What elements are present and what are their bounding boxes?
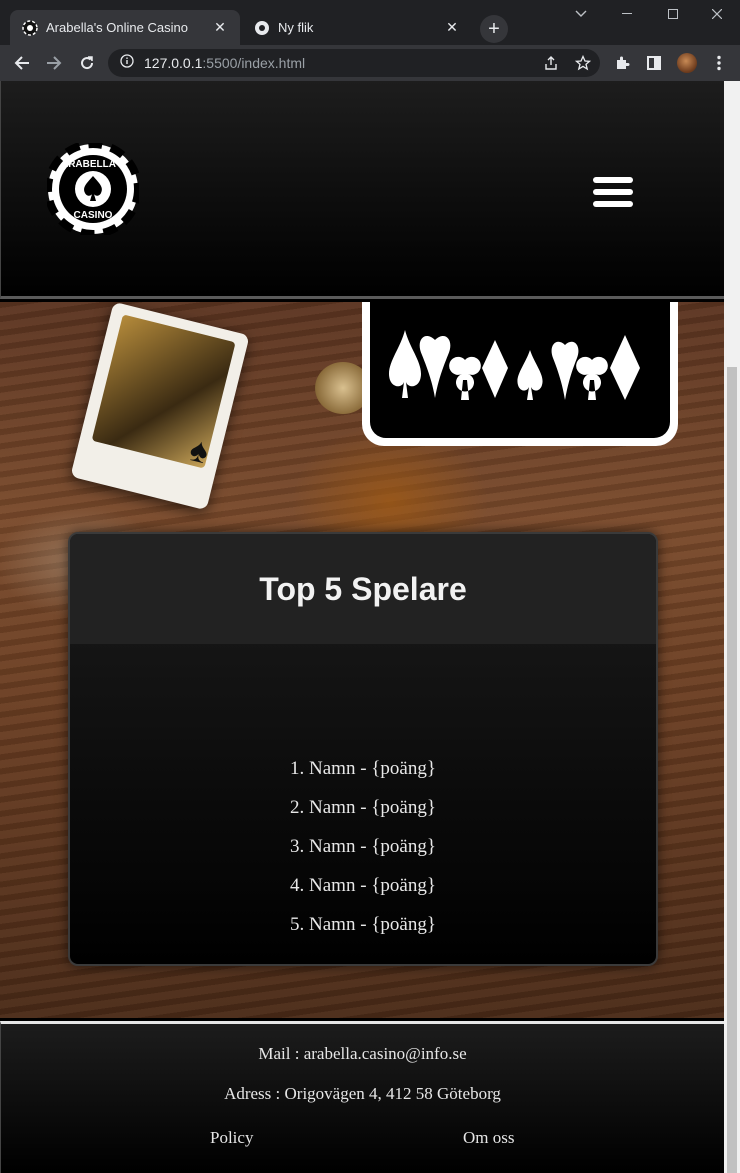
- card-suits-banner: [362, 302, 678, 446]
- casino-chip-icon: [22, 19, 38, 36]
- address-bar[interactable]: 127.0.0.1:5500/index.html: [108, 49, 600, 77]
- logo-text-bottom: CASINO: [74, 210, 113, 221]
- top-players-title: Top 5 Spelare: [259, 570, 467, 607]
- new-tab-button[interactable]: +: [480, 15, 508, 43]
- page-viewport: ARABELLA'S CASINO ♠ Top 5 Spelare 1. Nam…: [0, 81, 740, 1173]
- chrome-icon: [254, 20, 270, 36]
- back-arrow-icon[interactable]: [10, 51, 34, 75]
- tab-new-tab[interactable]: Ny flik ✕: [242, 10, 472, 45]
- close-window-icon[interactable]: [694, 0, 740, 28]
- tab-strip: Arabella's Online Casino ✕ Ny flik ✕ +: [0, 0, 740, 45]
- bookmark-star-icon[interactable]: [571, 51, 595, 75]
- url-text: 127.0.0.1:5500/index.html: [144, 55, 306, 71]
- site-info-icon[interactable]: [120, 53, 134, 73]
- list-item: 1. Namn - {poäng}: [290, 758, 436, 779]
- hamburger-menu-icon[interactable]: [593, 177, 633, 207]
- minimize-icon[interactable]: [604, 0, 650, 28]
- list-item: 3. Namn - {poäng}: [290, 836, 436, 857]
- close-tab-icon[interactable]: ✕: [212, 19, 228, 36]
- close-tab-icon[interactable]: ✕: [444, 19, 460, 36]
- card-suits-icon: [388, 330, 640, 400]
- maximize-icon[interactable]: [650, 0, 696, 28]
- page-scrollbar[interactable]: [724, 81, 740, 1173]
- playing-card-image: ♠: [70, 302, 250, 511]
- site-footer: Mail : arabella.casino@info.se Adress : …: [0, 1021, 724, 1173]
- top-players-panel: Top 5 Spelare 1. Namn - {poäng} 2. Namn …: [68, 532, 658, 966]
- side-panel-icon[interactable]: [642, 51, 666, 75]
- tab-title: Arabella's Online Casino: [46, 20, 188, 35]
- tab-search-icon[interactable]: [558, 0, 604, 28]
- menu-dots-icon[interactable]: [707, 51, 731, 75]
- tab-arabellas-casino[interactable]: Arabella's Online Casino ✕: [10, 10, 240, 45]
- extensions-icon[interactable]: [610, 51, 634, 75]
- list-item: 2. Namn - {poäng}: [290, 797, 436, 818]
- footer-mail: Mail : arabella.casino@info.se: [258, 1044, 467, 1063]
- browser-toolbar: 127.0.0.1:5500/index.html: [0, 45, 740, 81]
- profile-avatar[interactable]: [677, 53, 697, 73]
- share-icon[interactable]: [539, 51, 563, 75]
- top-players-header: Top 5 Spelare: [70, 534, 656, 644]
- footer-address: Adress : Origovägen 4, 412 58 Göteborg: [224, 1084, 501, 1103]
- site-header: ARABELLA'S CASINO: [0, 81, 724, 299]
- casino-logo[interactable]: ARABELLA'S CASINO: [44, 140, 142, 238]
- tab-title: Ny flik: [278, 20, 314, 35]
- logo-text-top: ARABELLA'S: [61, 159, 125, 170]
- list-item: 5. Namn - {poäng}: [290, 914, 436, 935]
- about-link[interactable]: Om oss: [463, 1128, 514, 1148]
- reload-icon[interactable]: [75, 51, 99, 75]
- top-players-list: 1. Namn - {poäng} 2. Namn - {poäng} 3. N…: [70, 754, 656, 949]
- list-item: 4. Namn - {poäng}: [290, 875, 436, 896]
- forward-arrow-icon[interactable]: [42, 51, 66, 75]
- policy-link[interactable]: Policy: [210, 1128, 253, 1148]
- hero-background: ♠ Top 5 Spelare 1. Namn - {poäng} 2. Nam…: [0, 302, 724, 1018]
- scrollbar-thumb[interactable]: [727, 367, 737, 1173]
